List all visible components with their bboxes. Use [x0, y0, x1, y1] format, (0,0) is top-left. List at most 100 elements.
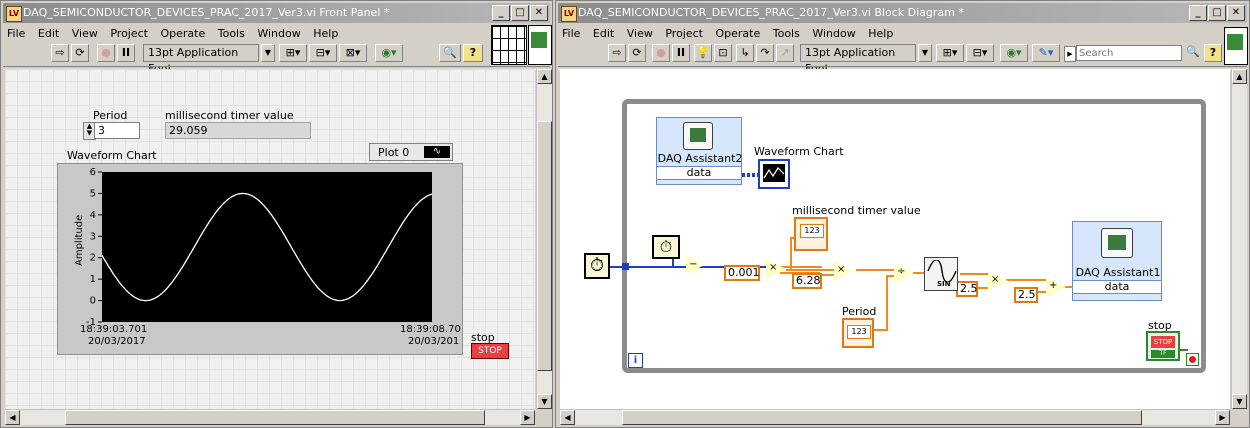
search-icon[interactable]: 🔍 [1184, 44, 1202, 62]
menu-project[interactable]: Project [665, 27, 703, 40]
menu-help[interactable]: Help [868, 27, 893, 40]
menu-window[interactable]: Window [257, 27, 300, 40]
front-panel-horizontal-scrollbar[interactable]: ◀ ▶ [5, 409, 535, 425]
close-button[interactable]: ✕ [1227, 5, 1245, 21]
scroll-right-icon[interactable]: ▶ [520, 410, 535, 425]
minimize-button[interactable]: _ [1189, 5, 1207, 21]
multiply-node-2[interactable]: × [834, 261, 856, 281]
align-objects-icon[interactable]: ⊞▾ [279, 44, 307, 62]
step-out-icon[interactable]: ↗ [776, 44, 794, 62]
run-continuously-icon[interactable]: ⟳ [628, 44, 646, 62]
scroll-left-icon[interactable]: ◀ [560, 410, 575, 425]
context-help-icon[interactable]: ? [1204, 44, 1222, 62]
pause-icon[interactable]: II [117, 44, 135, 62]
pause-icon[interactable]: II [672, 44, 690, 62]
menu-help[interactable]: Help [313, 27, 338, 40]
loop-iteration-terminal[interactable]: i [628, 353, 643, 368]
horizontal-scroll-thumb[interactable] [65, 410, 485, 425]
period-control-terminal[interactable]: 123 [842, 318, 874, 348]
loop-condition-terminal[interactable] [1186, 353, 1199, 366]
align-objects-icon[interactable]: ⊞▾ [936, 44, 964, 62]
menu-operate[interactable]: Operate [160, 27, 205, 40]
stop-terminal[interactable]: STOP TF [1146, 331, 1180, 361]
plot-legend[interactable]: Plot 0 ∿ [369, 143, 453, 161]
menu-edit[interactable]: Edit [593, 27, 614, 40]
context-help-icon[interactable]: ? [463, 44, 483, 62]
step-over-icon[interactable]: ↷ [756, 44, 774, 62]
menu-operate[interactable]: Operate [715, 27, 760, 40]
multiply-node-1[interactable]: × [766, 259, 788, 279]
timer-indicator-terminal[interactable]: 123 [794, 217, 828, 251]
retain-wire-values-icon[interactable]: ⊡ [714, 44, 732, 62]
search-field-arrow-icon[interactable]: ▶ [1064, 46, 1076, 62]
run-arrow-icon[interactable]: ⇨ [608, 44, 626, 62]
boolean-wire [1180, 349, 1188, 351]
multiply-node-3[interactable]: × [988, 271, 1010, 291]
font-dropdown-arrow-icon[interactable]: ▼ [261, 44, 275, 62]
horizontal-scroll-thumb[interactable] [622, 410, 1142, 425]
divide-node[interactable]: ÷ [894, 263, 916, 283]
sine-function-label: SIN [937, 280, 951, 288]
block-diagram-vertical-scrollbar[interactable]: ▲ ▼ [1231, 69, 1247, 409]
highlight-execution-icon[interactable]: 💡 [694, 44, 712, 62]
scroll-down-icon[interactable]: ▼ [537, 394, 552, 409]
front-panel-vertical-scrollbar[interactable]: ▲ ▼ [536, 69, 552, 409]
waveform-chart-terminal[interactable] [758, 159, 790, 189]
menu-file[interactable]: File [562, 27, 580, 40]
sine-function-node[interactable]: SIN [924, 257, 958, 291]
scroll-right-icon[interactable]: ▶ [1215, 410, 1230, 425]
menu-tools[interactable]: Tools [773, 27, 800, 40]
menu-project[interactable]: Project [110, 27, 148, 40]
daq-assistant1-data-input[interactable]: data [1073, 280, 1161, 294]
wait-ms-timer-icon[interactable]: ⏱ [584, 253, 610, 279]
font-selector[interactable]: 13pt Application Font [800, 44, 916, 75]
constant-25b[interactable]: 2.5 [1014, 287, 1038, 303]
run-arrow-icon[interactable]: ⇨ [51, 44, 69, 62]
tick-count-timer-icon[interactable]: ⏱ [652, 235, 680, 259]
menu-view[interactable]: View [627, 27, 653, 40]
abort-icon[interactable]: ● [97, 44, 115, 62]
maximize-button[interactable]: □ [511, 5, 529, 21]
minimize-button[interactable]: _ [492, 5, 510, 21]
scroll-left-icon[interactable]: ◀ [5, 410, 20, 425]
distribute-objects-icon[interactable]: ⊟▾ [966, 44, 994, 62]
front-panel-canvas[interactable]: Period ▲ ▼ 3 millisecond timer value 29.0… [5, 69, 535, 409]
search-icon[interactable]: 🔍 [439, 44, 461, 62]
period-control[interactable]: 3 [94, 122, 140, 139]
front-panel-titlebar[interactable]: LV DAQ_SEMICONDUCTOR_DEVICES_PRAC_2017_V… [3, 3, 550, 23]
resize-objects-icon[interactable]: ⊠▾ [339, 44, 367, 62]
distribute-objects-icon[interactable]: ⊟▾ [309, 44, 337, 62]
clean-up-diagram-icon[interactable]: ✎▾ [1032, 44, 1060, 62]
daq-assistant1-express-vi[interactable]: DAQ Assistant1 data [1072, 221, 1162, 301]
abort-icon[interactable]: ● [652, 44, 670, 62]
add-node[interactable]: + [1046, 277, 1068, 297]
daq-assistant2-data-output[interactable]: data [657, 166, 741, 180]
font-dropdown-arrow-icon[interactable]: ▼ [918, 44, 932, 62]
waveform-chart[interactable]: 6 5 4 3 2 1 0 -1 Amplitude 18:39:03.701 20/03/2… [57, 163, 463, 355]
close-button[interactable]: ✕ [530, 5, 548, 21]
scroll-up-icon[interactable]: ▲ [1232, 69, 1247, 84]
search-input[interactable] [1076, 45, 1182, 61]
stop-button[interactable]: STOP [471, 343, 509, 359]
block-diagram-titlebar[interactable]: LV DAQ_SEMICONDUCTOR_DEVICES_PRAC_2017_V… [558, 3, 1247, 23]
run-continuously-icon[interactable]: ⟳ [71, 44, 89, 62]
maximize-button[interactable]: □ [1208, 5, 1226, 21]
scroll-up-icon[interactable]: ▲ [537, 69, 552, 84]
block-diagram-horizontal-scrollbar[interactable]: ◀ ▶ [560, 409, 1230, 425]
font-selector[interactable]: 13pt Application Font [143, 44, 259, 75]
constant-25a[interactable]: 2.5 [956, 281, 978, 297]
reorder-icon[interactable]: ◉▾ [375, 44, 403, 62]
constant-0001[interactable]: 0.001 [724, 265, 760, 281]
menu-tools[interactable]: Tools [218, 27, 245, 40]
block-diagram-canvas[interactable]: i ⏱ ⏱ − 0.001 6.28 2.5 2.5 × × ÷ × + SIN… [560, 69, 1230, 409]
menu-edit[interactable]: Edit [38, 27, 59, 40]
menu-view[interactable]: View [72, 27, 98, 40]
scroll-down-icon[interactable]: ▼ [1232, 394, 1247, 409]
constant-628[interactable]: 6.28 [792, 273, 822, 289]
daq-assistant2-express-vi[interactable]: DAQ Assistant2 data [656, 117, 742, 185]
step-into-icon[interactable]: ↳ [736, 44, 754, 62]
vertical-scroll-thumb[interactable] [537, 121, 552, 371]
reorder-icon[interactable]: ◉▾ [1000, 44, 1028, 62]
menu-file[interactable]: File [7, 27, 25, 40]
menu-window[interactable]: Window [812, 27, 855, 40]
